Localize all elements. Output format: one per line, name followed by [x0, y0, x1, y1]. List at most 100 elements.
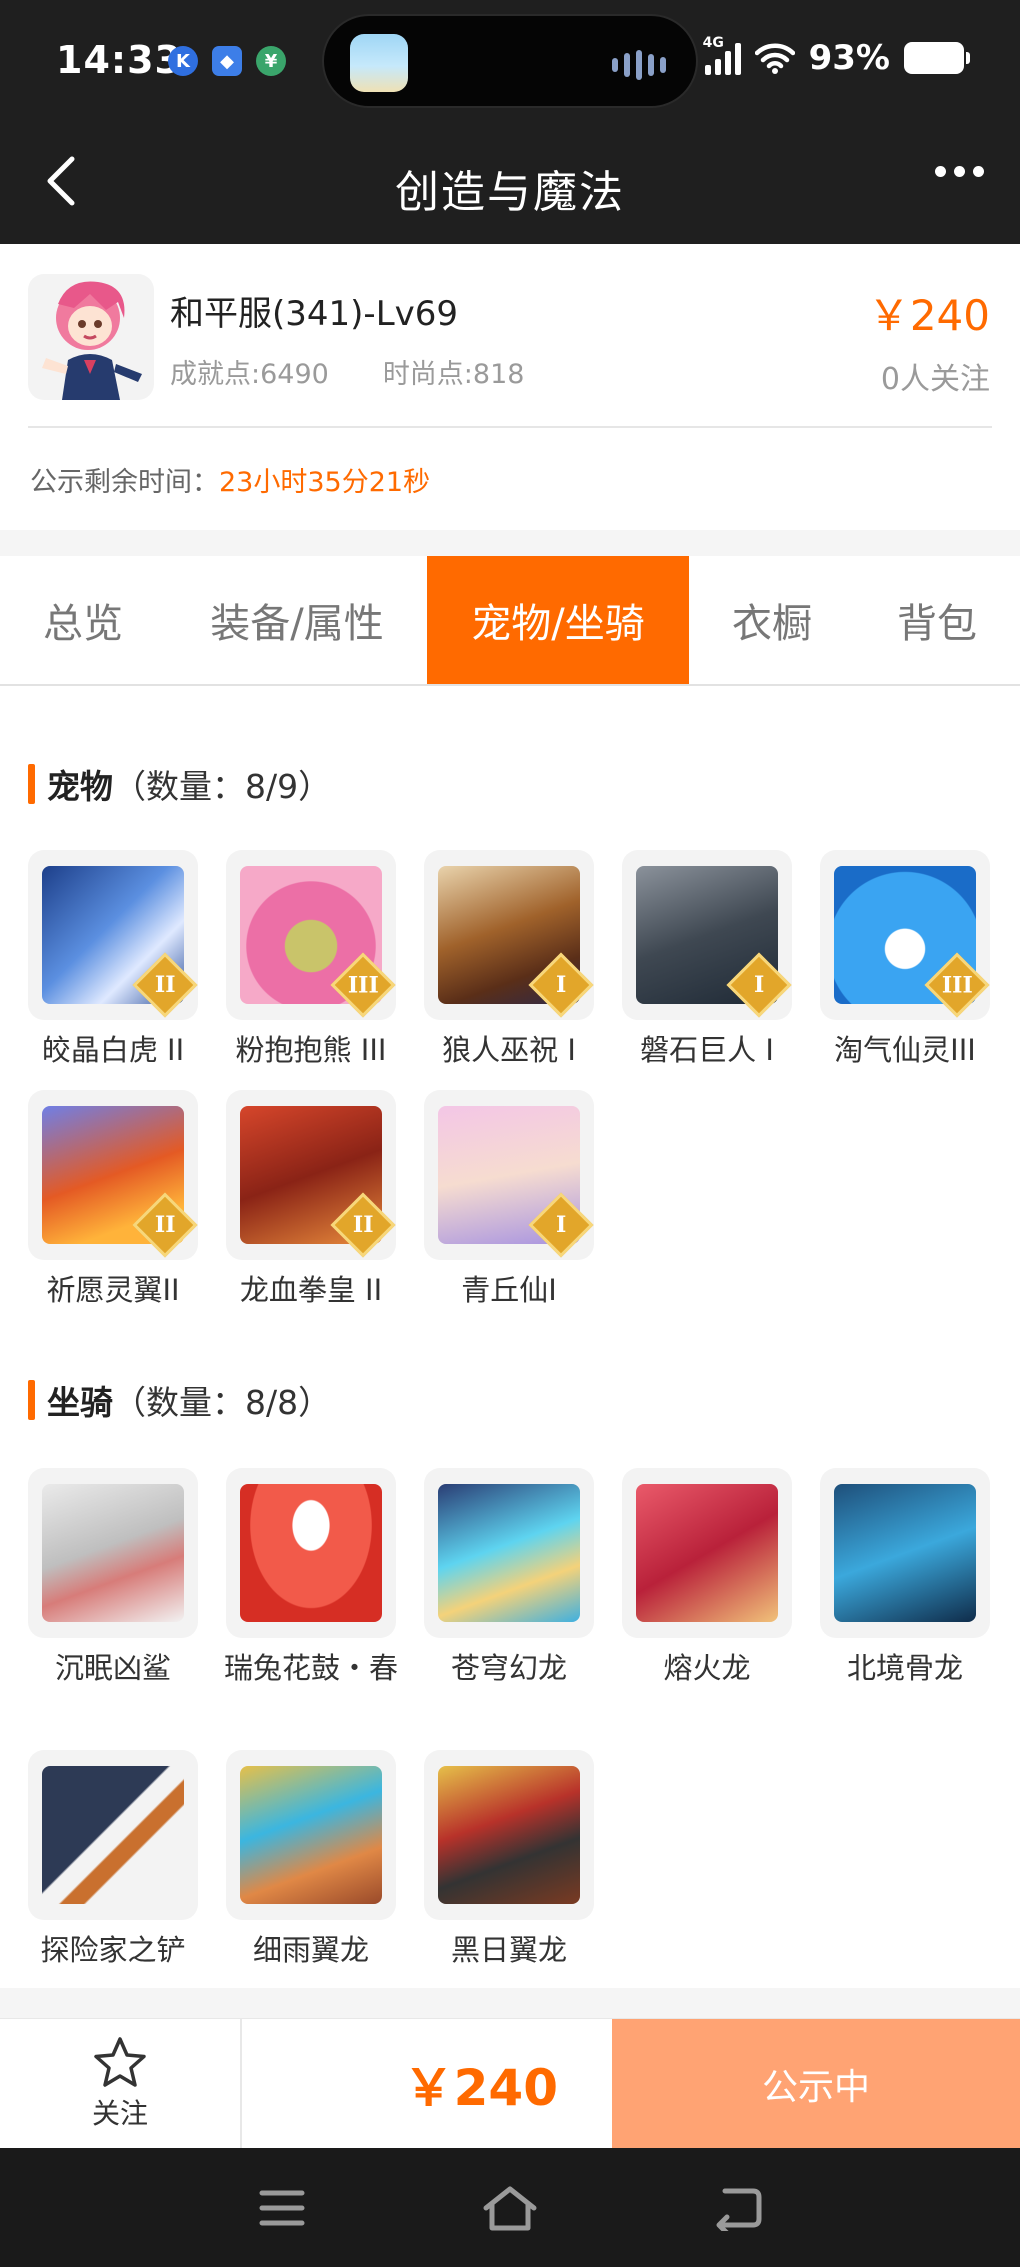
mount-name: 瑞兔花鼓・春 [223, 1651, 398, 1685]
wifi-icon [754, 43, 795, 74]
tab-pets-mounts[interactable]: 宠物/坐骑 [427, 556, 689, 684]
mount-thumbnail [28, 1468, 198, 1638]
audio-wave-icon [612, 50, 666, 80]
pet-thumbnail: I [424, 1090, 594, 1260]
follow-label: 关注 [91, 2097, 148, 2130]
pet-grid: II 皎晶白虎 II III 粉抱抱熊 III I 狼人巫祝 I I 磐石巨人 I III 淘气仙… [28, 850, 992, 1307]
pet-name: 皎晶白虎 II [41, 1033, 185, 1067]
clock: 14:33 [56, 38, 182, 82]
mount-thumbnail [424, 1750, 594, 1920]
mount-thumbnail [226, 1750, 396, 1920]
pet-item[interactable]: I 青丘仙I [424, 1090, 594, 1310]
mount-item[interactable]: 北境骨龙 [820, 1468, 990, 1688]
mount-name: 沉眠凶鲨 [54, 1651, 171, 1685]
public-status-button[interactable]: 公示中 [612, 2019, 1020, 2149]
rabbit-drum-icon [240, 1484, 382, 1622]
pets-mounts-panel: 宠物 （数量：8/9） II 皎晶白虎 II III 粉抱抱熊 III I 狼人巫祝 II磐… [0, 686, 1020, 1988]
home-icon[interactable] [478, 2176, 542, 2240]
mount-thumbnail [226, 1468, 396, 1638]
battery-icon [904, 42, 970, 74]
follower-count: 0人关注 [880, 362, 990, 397]
system-nav-bar [0, 2148, 1020, 2267]
pet-thumbnail: II [226, 1090, 396, 1260]
star-icon [94, 2037, 146, 2087]
tab-wardrobe[interactable]: 衣橱 [715, 556, 829, 684]
pet-thumbnail: III [820, 850, 990, 1020]
battery-percent: 93% [808, 38, 890, 78]
pet-item[interactable]: II 皎晶白虎 II [28, 850, 198, 1070]
black-sun-pterosaur-icon [438, 1766, 580, 1904]
pet-thumbnail: II [28, 850, 198, 1020]
mount-name: 细雨翼龙 [252, 1933, 369, 1967]
mount-item[interactable]: 熔火龙 [622, 1468, 792, 1688]
page-title: 创造与魔法 [395, 167, 625, 218]
follow-button[interactable]: 关注 [0, 2019, 242, 2149]
cloud-app-icon: ◆ [212, 46, 242, 76]
wallet-app-icon: ¥ [256, 46, 286, 76]
mount-name: 苍穹幻龙 [450, 1651, 567, 1685]
pet-name: 龙血拳皇 II [239, 1273, 383, 1307]
pet-item[interactable]: II 祈愿灵翼II [28, 1090, 198, 1310]
status-bar: 14:33 K ◆ ¥ 4G 93% [0, 0, 1020, 120]
tab-overview[interactable]: 总览 [20, 556, 146, 684]
price-label: ￥240 [867, 291, 990, 340]
pet-thumbnail: I [424, 850, 594, 1020]
mount-item[interactable]: 探险家之铲 [28, 1750, 198, 1970]
mount-name: 黑日翼龙 [450, 1933, 567, 1967]
fashion-points: 时尚点:818 [382, 359, 525, 390]
mount-name: 熔火龙 [663, 1651, 751, 1685]
shovel-icon [42, 1766, 184, 1904]
menu-icon[interactable] [250, 2176, 314, 2240]
character-card: 和平服(341)-Lv69 成就点:6490 时尚点:818 ￥240 0人关注… [0, 244, 1020, 530]
pet-thumbnail: III [226, 850, 396, 1020]
pet-item[interactable]: II 龙血拳皇 II [226, 1090, 396, 1310]
bottom-price: ￥240 [403, 2059, 558, 2117]
pet-item[interactable]: III 粉抱抱熊 III [226, 850, 396, 1070]
status-indicators: 4G 93% [703, 35, 970, 78]
tab-equipment[interactable]: 装备/属性 [190, 556, 404, 684]
sky-dragon-icon [438, 1484, 580, 1622]
pet-thumbnail: I [622, 850, 792, 1020]
pet-item[interactable]: III 淘气仙灵III [820, 850, 990, 1070]
bone-dragon-icon [834, 1484, 976, 1622]
rain-pterosaur-icon [240, 1766, 382, 1904]
character-avatar [28, 274, 154, 400]
pet-thumbnail: II [28, 1090, 198, 1260]
mount-name: 北境骨龙 [846, 1651, 963, 1685]
mount-name: 探险家之铲 [40, 1933, 186, 1967]
pet-name: 粉抱抱熊 III [235, 1033, 387, 1067]
public-countdown: 23小时35分21秒 [219, 467, 431, 498]
mount-thumbnail [28, 1750, 198, 1920]
mount-thumbnail [622, 1468, 792, 1638]
pet-item[interactable]: I 狼人巫祝 I [424, 850, 594, 1070]
pets-section-title: 宠物 （数量：8/9） [28, 760, 331, 808]
shark-icon [42, 1484, 184, 1622]
mount-item[interactable]: 黑日翼龙 [424, 1750, 594, 1970]
k-app-icon: K [168, 46, 198, 76]
mount-item[interactable]: 苍穹幻龙 [424, 1468, 594, 1688]
mounts-section-title: 坐骑 （数量：8/8） [28, 1376, 331, 1424]
pet-name: 狼人巫祝 I [442, 1033, 576, 1067]
mount-item[interactable]: 瑞兔花鼓・春 [224, 1468, 398, 1688]
mount-item[interactable]: 沉眠凶鲨 [28, 1468, 198, 1688]
mount-thumbnail [820, 1468, 990, 1638]
public-time-row: 公示剩余时间：23小时35分21秒 [30, 460, 430, 499]
fire-dragon-icon [636, 1484, 778, 1622]
tab-backpack[interactable]: 背包 [880, 556, 994, 684]
bottom-action-bar: 关注 ￥240 公示中 [0, 2018, 1020, 2149]
pet-item[interactable]: I 磐石巨人 I [622, 850, 792, 1070]
character-name: 和平服(341)-Lv69 [170, 294, 459, 334]
mount-grid: 沉眠凶鲨 瑞兔花鼓・春 苍穹幻龙 熔火龙 北境骨龙探险家之铲 细雨翼龙 黑日翼龙 [28, 1468, 992, 1968]
mount-item[interactable]: 细雨翼龙 [226, 1750, 396, 1970]
more-icon[interactable] [935, 166, 984, 177]
divider [28, 426, 992, 428]
pet-name: 淘气仙灵III [834, 1033, 976, 1067]
character-stats: 成就点:6490 时尚点:818 [170, 352, 524, 391]
pet-name: 青丘仙I [461, 1273, 557, 1307]
back-nav-icon[interactable] [706, 2176, 770, 2240]
pet-name: 磐石巨人 I [640, 1033, 774, 1067]
public-time-label: 公示剩余时间： [30, 467, 219, 498]
cellular-signal-icon: 4G [703, 35, 741, 75]
game-app-icon [350, 34, 408, 92]
mount-thumbnail [424, 1468, 594, 1638]
